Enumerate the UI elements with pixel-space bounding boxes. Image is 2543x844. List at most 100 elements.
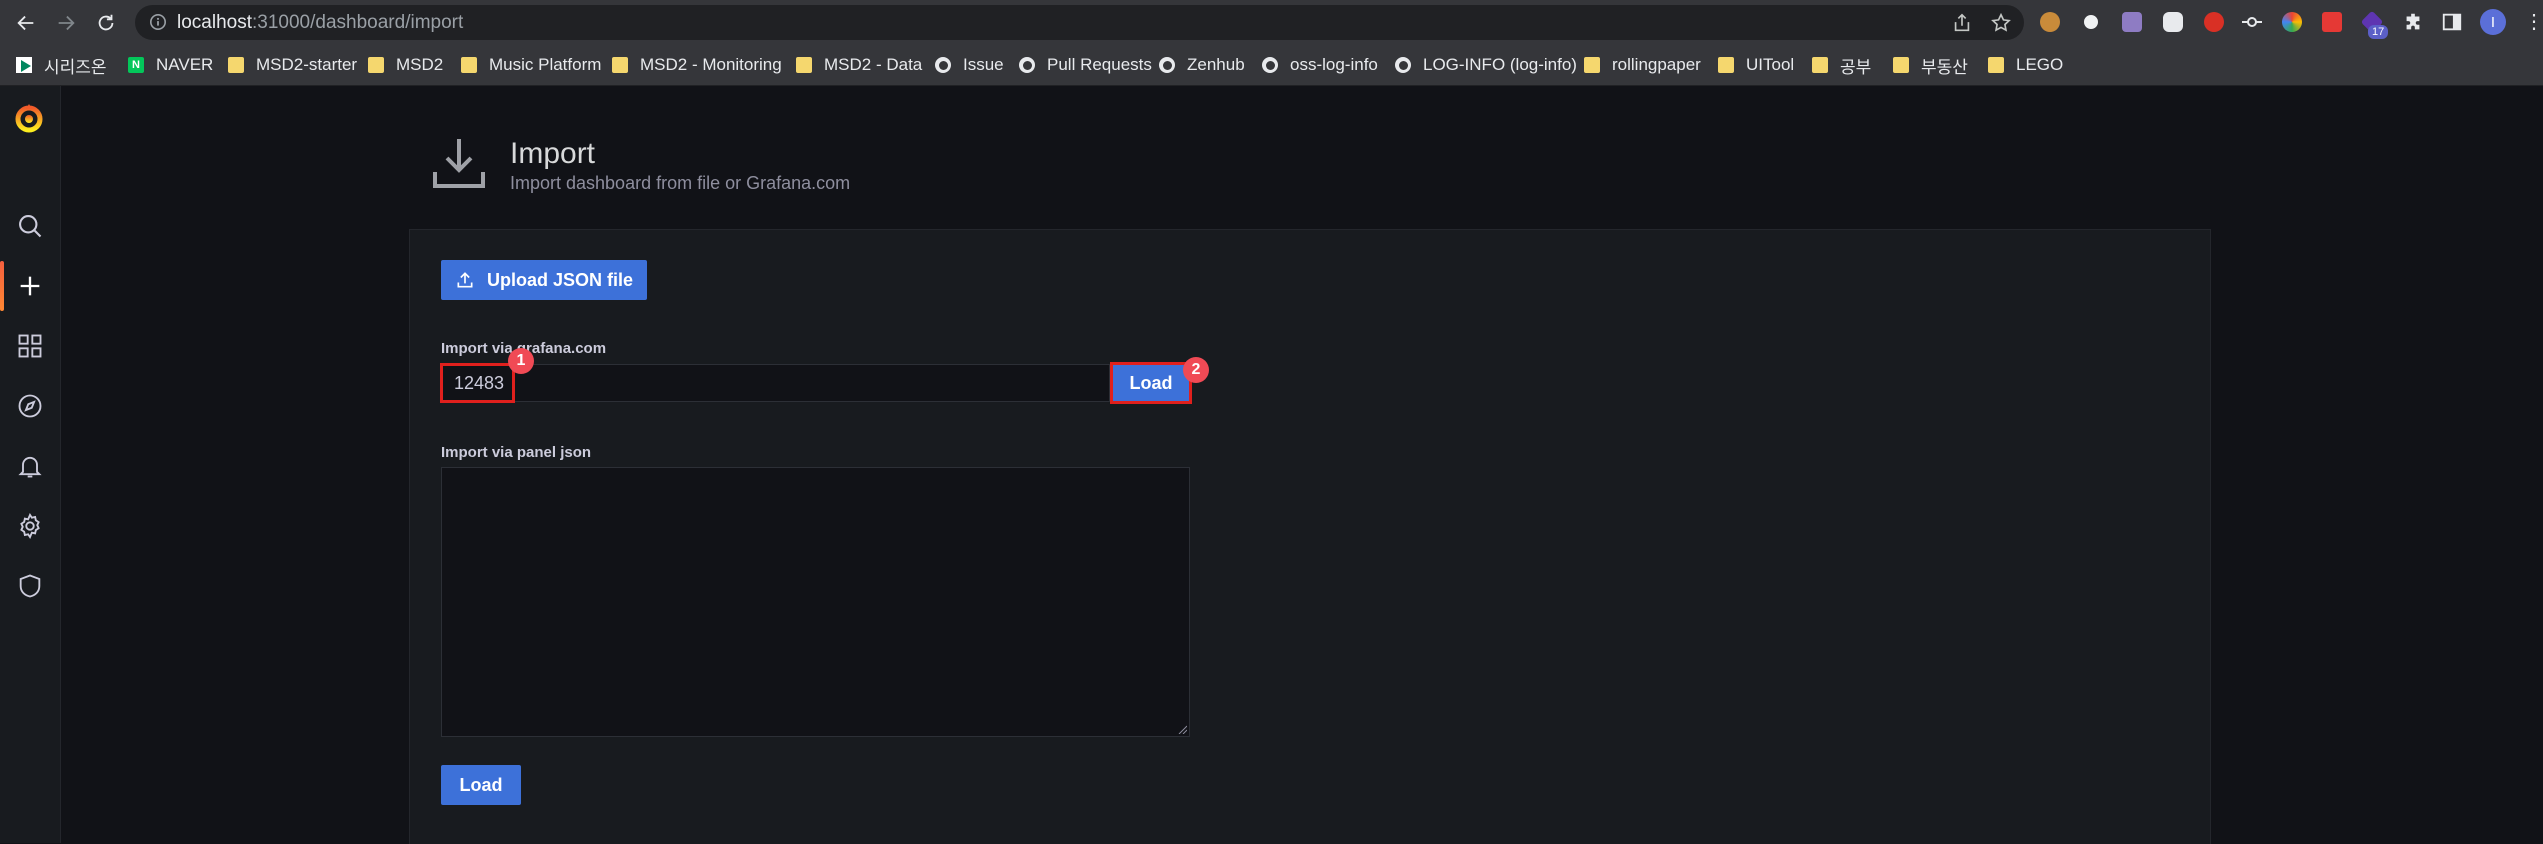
arrow-right-icon	[58, 15, 75, 31]
side-panel-icon	[2442, 13, 2462, 31]
folder-icon	[1718, 57, 1734, 73]
folder-icon	[368, 57, 384, 73]
bookmark-log-info[interactable]: LOG-INFO (log-info)	[1395, 45, 1577, 85]
browser-menu-icon[interactable]: ⋮	[2524, 10, 2543, 34]
load-json-label: Load	[459, 774, 503, 795]
bookmark-label: 부동산	[1921, 57, 1968, 77]
load-json-button[interactable]: Load	[441, 765, 521, 805]
bookmark-study[interactable]: 공부	[1812, 45, 1871, 85]
side-panel-button[interactable]	[2440, 10, 2464, 34]
sidebar-item-server-admin[interactable]	[0, 559, 60, 613]
folder-icon	[461, 57, 477, 73]
bookmark-label: 시리즈온	[44, 57, 107, 77]
bookmark-rollingpaper[interactable]: rollingpaper	[1584, 45, 1701, 85]
bookmark-label: Issue	[963, 55, 1004, 74]
cloud-extension-icon[interactable]	[2161, 10, 2185, 34]
bookmark-pull-requests[interactable]: Pull Requests	[1019, 45, 1152, 85]
play-icon	[16, 57, 32, 73]
highlight-box-gcom-input	[440, 363, 515, 403]
forward-button[interactable]	[52, 9, 80, 37]
bookmark-music-platform[interactable]: Music Platform	[461, 45, 601, 85]
bookmark-msd2-data[interactable]: MSD2 - Data	[796, 45, 922, 85]
red-extension-icon[interactable]	[2320, 10, 2344, 34]
puzzle-icon	[2406, 13, 2420, 30]
page-title: Import	[510, 137, 596, 170]
bookmarks-bar: 시리즈온 N NAVER MSD2-starter MSD2 Music Plat…	[0, 45, 2543, 86]
search-icon	[19, 215, 42, 238]
folder-icon	[1988, 57, 2004, 73]
profile-avatar[interactable]: I	[2480, 9, 2506, 35]
reload-button[interactable]	[92, 9, 120, 37]
shield-icon	[19, 574, 41, 598]
colorful-extension-icon[interactable]	[2280, 10, 2304, 34]
bell-icon	[18, 456, 42, 478]
bookmark-label: rollingpaper	[1612, 55, 1701, 74]
bookmark-msd2[interactable]: MSD2	[368, 45, 443, 85]
sidebar-item-configuration[interactable]	[0, 499, 60, 553]
bookmark-msd2-starter[interactable]: MSD2-starter	[228, 45, 357, 85]
bookmark-naver[interactable]: N NAVER	[128, 45, 213, 85]
sidebar-item-dashboards[interactable]	[0, 319, 60, 373]
address-bar[interactable]: localhost:31000/dashboard/import	[135, 5, 2024, 40]
back-button[interactable]	[12, 9, 40, 37]
reload-icon	[98, 14, 114, 31]
import-icon	[433, 139, 485, 188]
cat-extension-icon[interactable]	[2120, 10, 2144, 34]
page-subtitle: Import dashboard from file or Grafana.co…	[510, 173, 851, 193]
folder-icon	[1584, 57, 1600, 73]
hand-extension-icon[interactable]	[2202, 10, 2226, 34]
bookmark-label: MSD2	[396, 55, 444, 74]
apps-icon	[18, 334, 42, 358]
bookmark-label: Music Platform	[489, 55, 602, 74]
bookmark-lego[interactable]: LEGO	[1988, 45, 2063, 85]
commit-extension-icon[interactable]	[2240, 10, 2264, 34]
grafana-logo-icon[interactable]	[13, 102, 45, 134]
step-marker-2: 2	[1183, 357, 1209, 383]
bookmark-uitool[interactable]: UITool	[1718, 45, 1794, 85]
folder-icon	[1812, 57, 1828, 73]
upload-icon	[457, 272, 473, 288]
bookmark-issue[interactable]: Issue	[935, 45, 1004, 85]
bookmark-oss-log-info[interactable]: oss-log-info	[1262, 45, 1378, 85]
bookmark-label: NAVER	[156, 55, 214, 74]
bookmark-label: 공부	[1840, 57, 1872, 77]
star-icon[interactable]	[1990, 12, 2012, 34]
resize-handle-icon[interactable]	[1177, 724, 1187, 734]
bookmark-label: MSD2-starter	[256, 55, 358, 74]
commit-icon	[2242, 17, 2262, 27]
grafana-sidebar	[0, 86, 61, 843]
bookmark-label: UITool	[1746, 55, 1795, 74]
extensions-button[interactable]	[2401, 10, 2425, 34]
folder-icon	[1893, 57, 1909, 73]
panel-json-textarea[interactable]	[441, 467, 1190, 737]
github-icon	[1262, 57, 1278, 73]
bookmark-label: LEGO	[2016, 55, 2064, 74]
compass-icon	[18, 394, 42, 418]
bookmark-label: MSD2 - Monitoring	[640, 55, 782, 74]
github-icon	[1395, 57, 1411, 73]
url-host: localhost	[177, 12, 252, 33]
sidebar-item-explore[interactable]	[0, 379, 60, 433]
bookmark-label: MSD2 - Data	[824, 55, 923, 74]
circle-extension-icon[interactable]	[2079, 10, 2103, 34]
bookmark-serieson[interactable]: 시리즈온	[16, 45, 107, 85]
sidebar-item-create[interactable]	[0, 259, 60, 313]
github-icon	[935, 57, 951, 73]
github-icon	[1159, 57, 1175, 73]
sidebar-item-alerting[interactable]	[0, 439, 60, 493]
plus-icon	[20, 276, 40, 296]
url-path: :31000/dashboard/import	[252, 12, 464, 33]
gcom-id-input[interactable]	[441, 364, 1110, 402]
folder-icon	[796, 57, 812, 73]
bookmark-zenhub[interactable]: Zenhub	[1159, 45, 1245, 85]
sidebar-item-search[interactable]	[0, 199, 60, 253]
share-icon[interactable]	[1951, 12, 1973, 34]
cookie-extension-icon[interactable]	[2038, 10, 2062, 34]
upload-json-button[interactable]: Upload JSON file	[441, 260, 647, 300]
browser-toolbar: localhost:31000/dashboard/import 17 I ⋮	[0, 0, 2543, 45]
folder-icon	[228, 57, 244, 73]
upload-json-label: Upload JSON file	[486, 269, 634, 290]
info-icon[interactable]	[149, 13, 167, 31]
bookmark-msd2-monitoring[interactable]: MSD2 - Monitoring	[612, 45, 782, 85]
bookmark-real-estate[interactable]: 부동산	[1893, 45, 1968, 85]
